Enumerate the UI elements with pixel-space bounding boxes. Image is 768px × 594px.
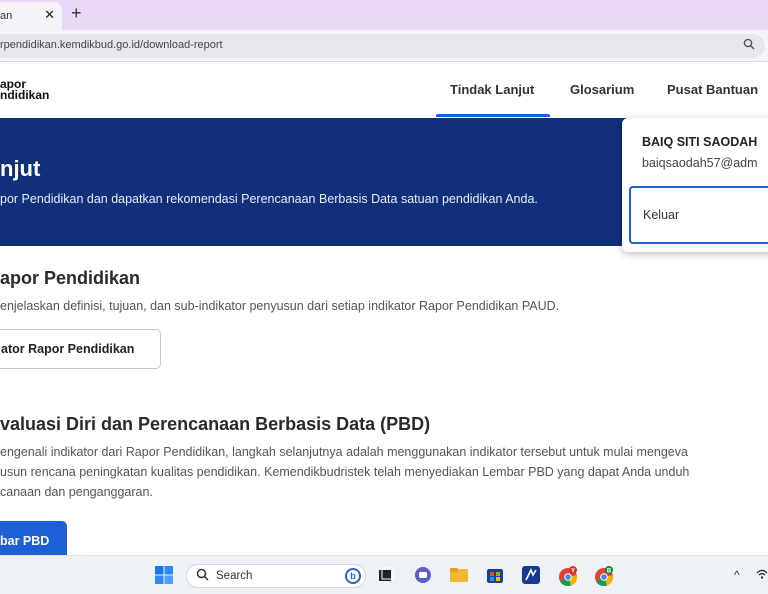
address-bar: rpendidikan.kemdikbud.go.id/download-rep… (0, 30, 768, 62)
new-tab-button[interactable]: + (71, 3, 82, 24)
user-dropdown-menu: BAIQ SITI SAODAH baiqsaodah57@adm Keluar (622, 118, 768, 252)
task-view-icon[interactable] (376, 565, 396, 585)
lembar-pbd-button-label: bar PBD (0, 534, 50, 548)
bing-icon: b (345, 568, 361, 584)
chrome-icon[interactable]: B (593, 565, 614, 587)
hero-title: njut (0, 156, 41, 181)
lembar-pbd-button[interactable]: bar PBD (0, 521, 67, 555)
indikator-rapor-button-label: ator Rapor Pendidikan (1, 342, 135, 356)
section-pbd-title: valuasi Diri dan Perencanaan Berbasis Da… (0, 414, 431, 434)
taskbar-search-label: Search (216, 570, 253, 582)
tray-chevron-icon[interactable]: ^ (734, 568, 740, 582)
chat-icon[interactable] (413, 565, 433, 585)
nav-tindak-lanjut[interactable]: Tindak Lanjut (450, 82, 534, 97)
search-icon[interactable] (743, 38, 755, 53)
nav-pusat-bantuan[interactable]: Pusat Bantuan (667, 82, 758, 97)
section-pbd-line-2: usun rencana peningkatan kualitas pendid… (0, 465, 690, 479)
url-field[interactable]: rpendidikan.kemdikbud.go.id/download-rep… (0, 34, 765, 58)
logo-line-2: ndidikan (0, 88, 50, 102)
chrome-badge-1: Y (571, 569, 575, 575)
tab-title: an (0, 10, 13, 22)
chrome-icon[interactable]: Y (557, 565, 578, 587)
search-icon (196, 568, 209, 584)
logout-label: Keluar (643, 208, 680, 222)
windows-taskbar: Search b Y B ^ (0, 555, 768, 594)
user-email: baiqsaodah57@adm (642, 156, 758, 170)
user-name: BAIQ SITI SAODAH (642, 135, 758, 149)
site-logo[interactable]: apor ndidikan (0, 78, 50, 102)
tab-close-icon[interactable]: ✕ (44, 7, 55, 23)
indikator-rapor-button[interactable]: ator Rapor Pendidikan (0, 329, 161, 369)
browser-tab[interactable]: an ✕ (0, 2, 62, 30)
nav-glosarium[interactable]: Glosarium (570, 82, 634, 97)
nav-active-indicator (436, 114, 550, 117)
store-icon[interactable] (485, 565, 505, 585)
browser-tab-bar: an ✕ + (0, 0, 768, 30)
section-pbd-line-1: engenali indikator dari Rapor Pendidikan… (0, 445, 688, 459)
section-rapor-title: apor Pendidikan (0, 268, 141, 288)
logout-button[interactable]: Keluar (629, 186, 768, 244)
section-pbd-line-3: canaan dan penganggaran. (0, 485, 153, 499)
hero-subtitle: por Pendidikan dan dapatkan rekomendasi … (0, 192, 538, 206)
section-rapor-text: enjelaskan definisi, tujuan, dan sub-ind… (0, 299, 560, 313)
site-header: apor ndidikan Tindak Lanjut Glosarium Pu… (0, 62, 768, 118)
chrome-badge-2: B (607, 569, 612, 575)
wifi-icon[interactable] (756, 568, 768, 583)
taskbar-search[interactable]: Search b (186, 564, 366, 588)
file-explorer-icon[interactable] (449, 565, 469, 585)
app-icon[interactable] (521, 565, 541, 585)
url-text: rpendidikan.kemdikbud.go.id/download-rep… (0, 39, 223, 51)
windows-start-icon[interactable] (154, 565, 174, 585)
